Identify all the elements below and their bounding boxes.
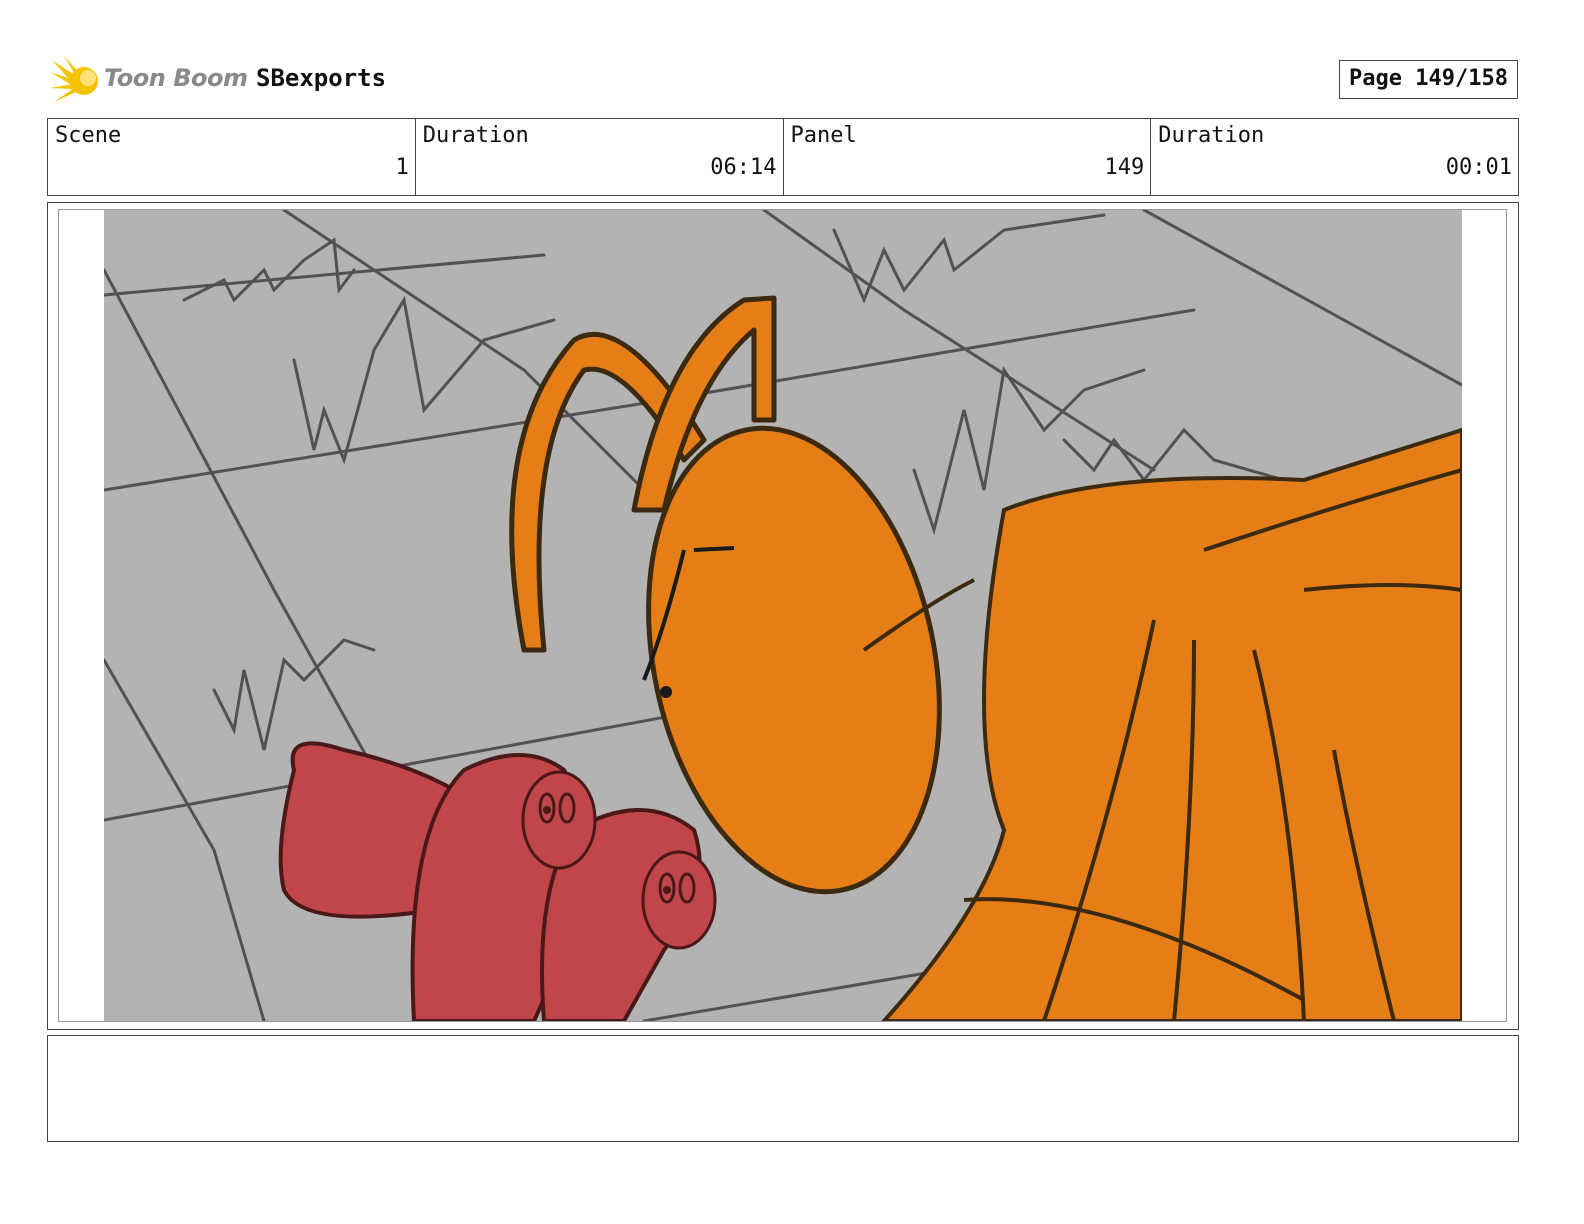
scene-duration-cell: Duration 06:14 [416,119,784,195]
panel-cell: Panel 149 [784,119,1152,195]
scene-value: 1 [395,155,409,180]
storyboard-panel-image [104,210,1462,1021]
page-indicator: Page 149/158 [1339,60,1518,99]
panel-value: 149 [1104,155,1145,180]
panel-info-table: Scene 1 Duration 06:14 Panel 149 Duratio… [47,118,1519,196]
panel-duration-label: Duration [1158,123,1265,148]
panel-duration-value: 00:01 [1445,155,1512,180]
panel-duration-cell: Duration 00:01 [1151,119,1518,195]
scene-cell: Scene 1 [48,119,416,195]
scene-duration-label: Duration [422,123,529,148]
logo-text: Toon Boom [104,64,248,92]
panel-label: Panel [790,123,857,148]
scene-duration-value: 06:14 [710,155,777,180]
scene-label: Scene [55,123,122,148]
project-name: SBexports [256,64,387,92]
panel-notes-box [47,1035,1519,1142]
